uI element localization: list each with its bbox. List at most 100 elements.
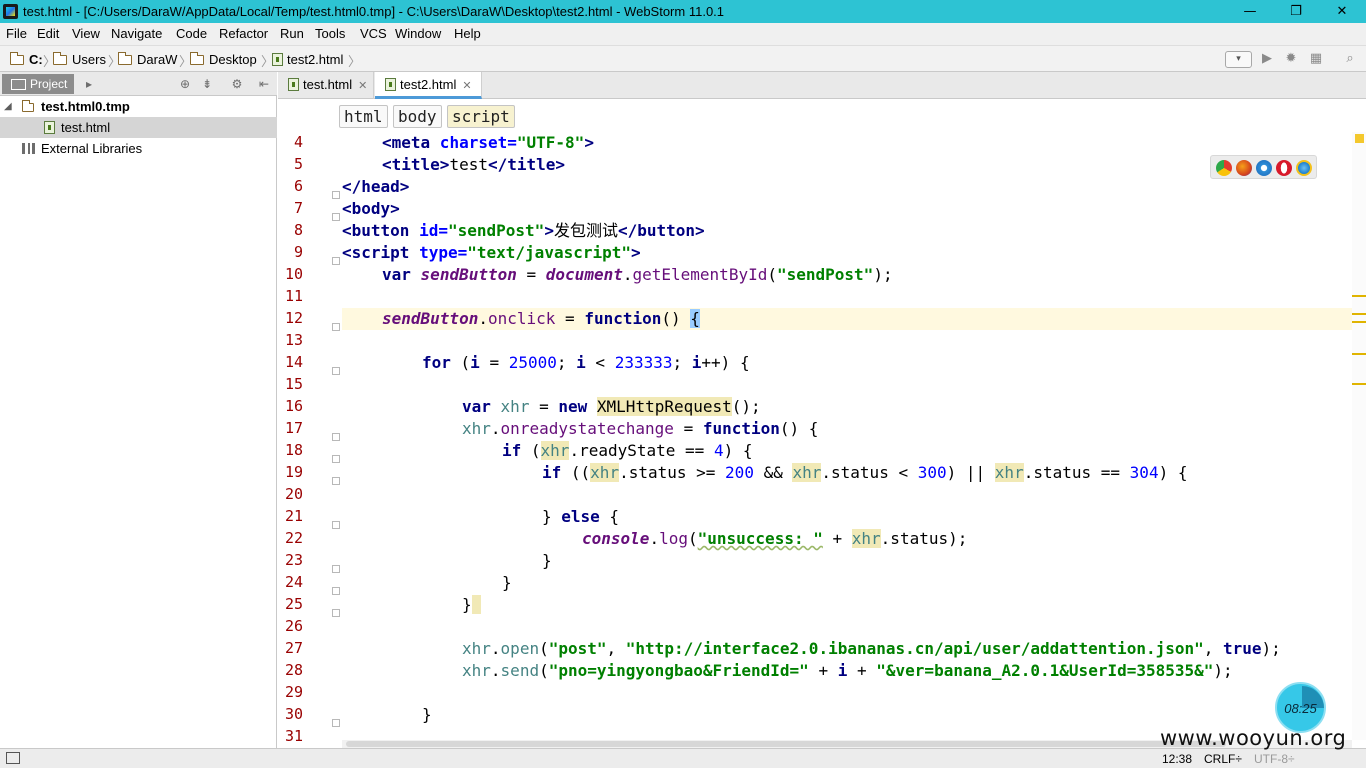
code-editor[interactable]: <meta charset="UTF-8"> <title>test</titl… xyxy=(342,132,1352,740)
menu-navigate[interactable]: Navigate xyxy=(111,26,162,41)
run-config-dropdown[interactable]: ▾ xyxy=(1225,51,1252,68)
line-number[interactable]: 30 xyxy=(278,705,303,723)
scrollbar-thumb[interactable] xyxy=(346,741,1226,747)
tree-item-test-html[interactable]: test.html xyxy=(0,117,277,138)
tool-windows-toggle-icon[interactable] xyxy=(6,752,20,764)
menu-window[interactable]: Window xyxy=(395,26,441,41)
close-tab-icon[interactable]: ✕ xyxy=(462,79,471,92)
line-number[interactable]: 22 xyxy=(278,529,303,547)
line-number[interactable]: 12 xyxy=(278,309,303,327)
hide-panel-icon[interactable]: ⇤ xyxy=(255,75,273,93)
line-number[interactable]: 15 xyxy=(278,375,303,393)
debug-icon[interactable]: ✹ xyxy=(1280,50,1302,68)
line-number[interactable]: 28 xyxy=(278,661,303,679)
tab-test-html[interactable]: test.html ✕ xyxy=(278,72,374,99)
line-separator[interactable]: CRLF÷ xyxy=(1204,752,1242,766)
fold-marker-icon[interactable] xyxy=(332,213,340,221)
crumb-daraw[interactable]: DaraW xyxy=(117,52,177,67)
file-encoding[interactable]: UTF-8÷ xyxy=(1254,752,1295,766)
crumb-desktop[interactable]: Desktop xyxy=(189,52,257,67)
project-tab[interactable]: Project xyxy=(2,74,74,94)
line-number[interactable]: 6 xyxy=(278,177,303,195)
tag-crumb-body[interactable]: body xyxy=(393,105,442,128)
fold-marker-icon[interactable] xyxy=(332,609,340,617)
menu-code[interactable]: Code xyxy=(176,26,207,41)
crumb-users[interactable]: Users xyxy=(52,52,106,67)
locate-file-icon[interactable]: ⊕ xyxy=(176,75,194,93)
fold-marker-icon[interactable] xyxy=(332,455,340,463)
line-number[interactable]: 24 xyxy=(278,573,303,591)
menu-view[interactable]: View xyxy=(72,26,100,41)
line-number[interactable]: 19 xyxy=(278,463,303,481)
fold-marker-icon[interactable] xyxy=(332,433,340,441)
fold-marker-icon[interactable] xyxy=(332,367,340,375)
line-number[interactable]: 31 xyxy=(278,727,303,745)
menu-file[interactable]: File xyxy=(6,26,27,41)
fold-marker-icon[interactable] xyxy=(332,521,340,529)
coverage-icon[interactable]: ▦ xyxy=(1305,50,1327,68)
line-number[interactable]: 21 xyxy=(278,507,303,525)
line-number[interactable]: 11 xyxy=(278,287,303,305)
crumb-drive[interactable]: C: xyxy=(9,52,43,67)
line-number[interactable]: 8 xyxy=(278,221,303,239)
search-icon[interactable]: ⌕ xyxy=(1339,50,1361,68)
stripe-mark[interactable] xyxy=(1352,321,1366,323)
menu-run[interactable]: Run xyxy=(280,26,304,41)
restore-button[interactable]: ❐ xyxy=(1273,0,1319,23)
menu-tools[interactable]: Tools xyxy=(315,26,345,41)
line-number[interactable]: 4 xyxy=(278,133,303,151)
fold-marker-icon[interactable] xyxy=(332,323,340,331)
line-number[interactable]: 14 xyxy=(278,353,303,371)
fold-marker-icon[interactable] xyxy=(332,257,340,265)
stripe-mark[interactable] xyxy=(1352,313,1366,315)
caret-position[interactable]: 12:38 xyxy=(1162,752,1192,766)
close-window-button[interactable]: ✕ xyxy=(1319,0,1365,23)
fold-marker-icon[interactable] xyxy=(332,719,340,727)
internet-explorer-icon[interactable] xyxy=(1296,160,1312,176)
tab-test2-html[interactable]: test2.html ✕ xyxy=(375,72,482,99)
tag-crumb-html[interactable]: html xyxy=(339,105,388,128)
line-number[interactable]: 16 xyxy=(278,397,303,415)
line-number[interactable]: 17 xyxy=(278,419,303,437)
safari-icon[interactable] xyxy=(1256,160,1272,176)
menu-edit[interactable]: Edit xyxy=(37,26,59,41)
line-number[interactable]: 27 xyxy=(278,639,303,657)
menu-help[interactable]: Help xyxy=(454,26,481,41)
tag-crumb-script[interactable]: script xyxy=(447,105,515,128)
line-number[interactable]: 18 xyxy=(278,441,303,459)
crumb-file[interactable]: test2.html xyxy=(272,52,343,67)
stripe-mark[interactable] xyxy=(1352,353,1366,355)
fold-marker-icon[interactable] xyxy=(332,191,340,199)
gear-icon[interactable]: ⚙ xyxy=(228,75,246,93)
inspection-status-icon[interactable] xyxy=(1355,134,1364,143)
chrome-icon[interactable] xyxy=(1216,160,1232,176)
line-number[interactable]: 7 xyxy=(278,199,303,217)
fold-marker-icon[interactable] xyxy=(332,477,340,485)
line-number[interactable]: 13 xyxy=(278,331,303,349)
line-number[interactable]: 9 xyxy=(278,243,303,261)
tree-item-root[interactable]: ◢ test.html0.tmp xyxy=(0,96,277,117)
line-number[interactable]: 20 xyxy=(278,485,303,503)
opera-icon[interactable] xyxy=(1276,160,1292,176)
stripe-mark[interactable] xyxy=(1352,383,1366,385)
line-number[interactable]: 23 xyxy=(278,551,303,569)
line-number[interactable]: 26 xyxy=(278,617,303,635)
menu-vcs[interactable]: VCS xyxy=(360,26,387,41)
fold-marker-icon[interactable] xyxy=(332,587,340,595)
close-tab-icon[interactable]: ✕ xyxy=(358,79,367,92)
line-number[interactable]: 10 xyxy=(278,265,303,283)
run-icon[interactable]: ▶ xyxy=(1256,50,1278,68)
firefox-icon[interactable] xyxy=(1236,160,1252,176)
error-stripe[interactable] xyxy=(1352,132,1366,740)
line-number[interactable]: 5 xyxy=(278,155,303,173)
line-number[interactable]: 25 xyxy=(278,595,303,613)
tree-item-external-libraries[interactable]: External Libraries xyxy=(0,138,277,159)
stripe-mark[interactable] xyxy=(1352,295,1366,297)
expand-arrow-icon[interactable]: ◢ xyxy=(4,96,12,117)
fold-marker-icon[interactable] xyxy=(332,565,340,573)
minimize-button[interactable]: — xyxy=(1227,0,1273,23)
line-number[interactable]: 29 xyxy=(278,683,303,701)
collapse-all-icon[interactable]: ⇟ xyxy=(198,75,216,93)
panel-expand-icon[interactable]: ▸ xyxy=(80,75,98,93)
menu-refactor[interactable]: Refactor xyxy=(219,26,268,41)
